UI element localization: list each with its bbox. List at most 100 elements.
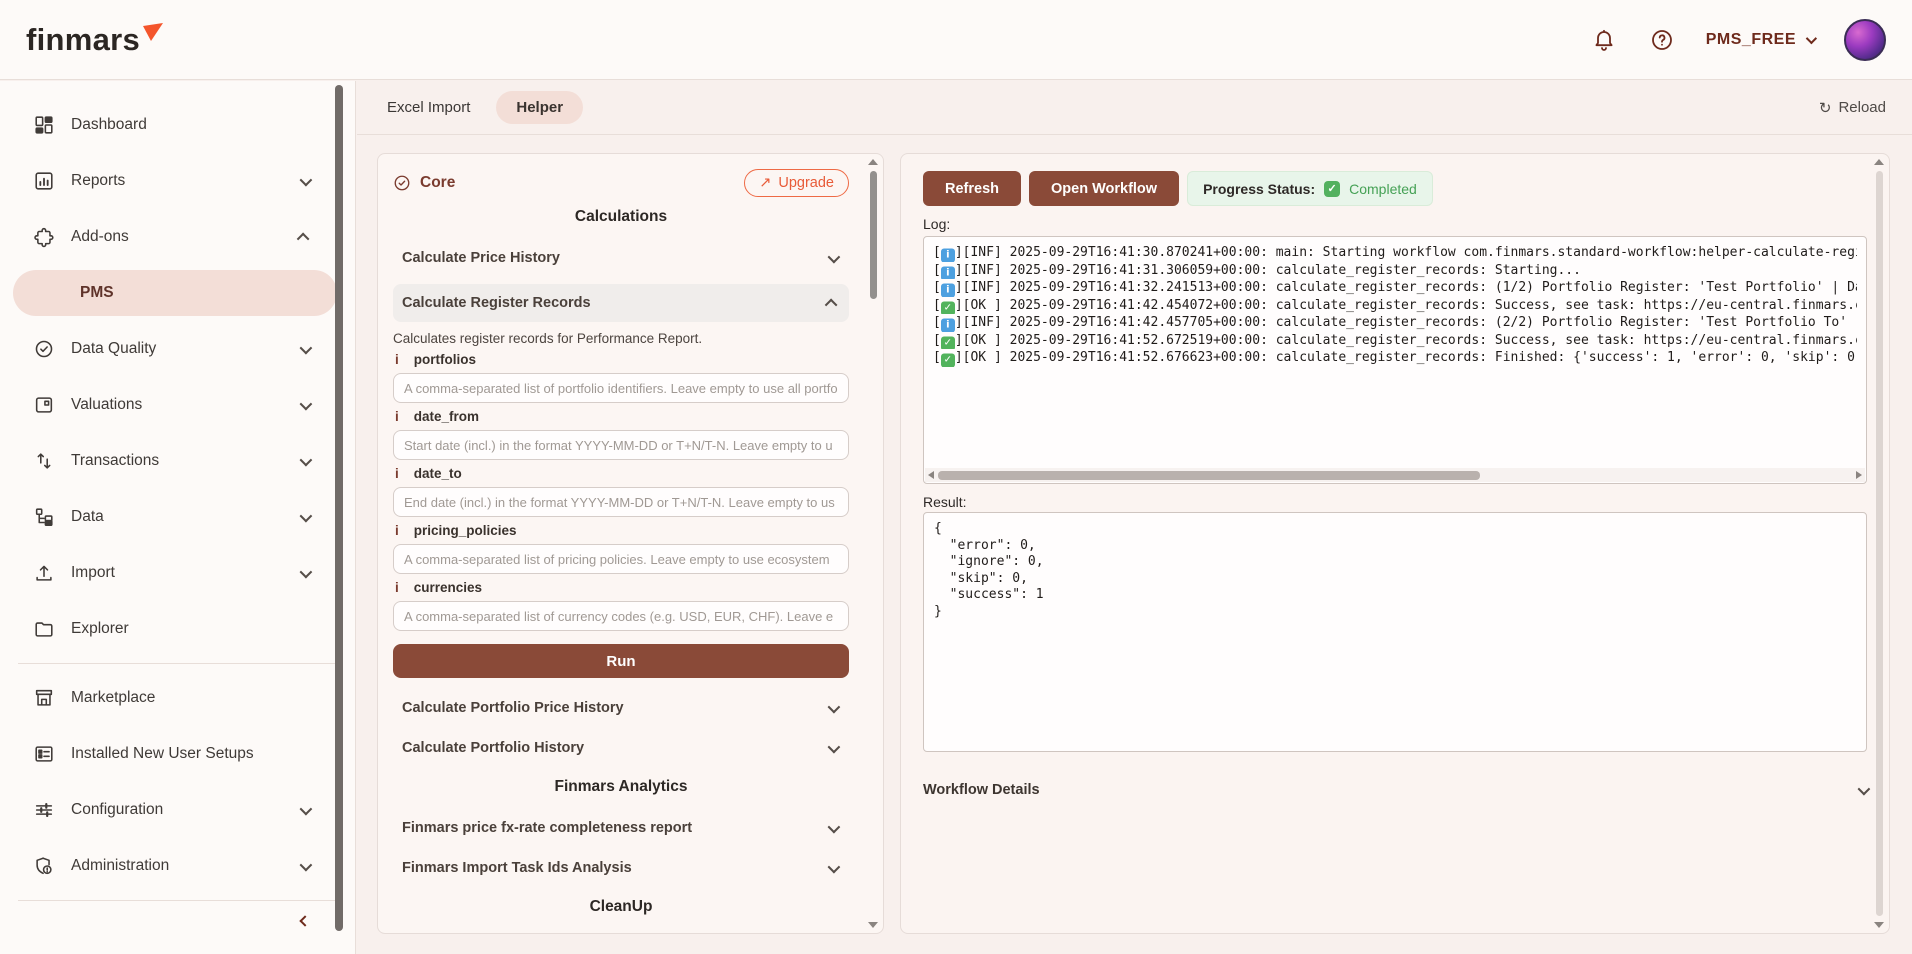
info-icon: i — [395, 523, 399, 538]
core-icon — [393, 174, 411, 192]
accordion-calculate-portfolio-price-history[interactable]: Calculate Portfolio Price History — [393, 688, 849, 728]
sidebar-divider — [18, 663, 337, 664]
success-check-icon: ✓ — [941, 301, 955, 314]
scroll-down-icon[interactable] — [868, 922, 878, 928]
sidebar-item-reports[interactable]: Reports — [0, 153, 355, 209]
scroll-left-icon[interactable] — [928, 471, 934, 479]
configuration-sliders-icon — [33, 799, 55, 821]
sidebar-item-dashboard[interactable]: Dashboard — [0, 97, 355, 153]
logo-text: finmars — [26, 23, 140, 57]
run-button[interactable]: Run — [393, 644, 849, 678]
section-heading-cleanup: CleanUp — [393, 898, 849, 916]
result-box: { "error": 0, "ignore": 0, "skip": 0, "s… — [923, 512, 1867, 752]
currencies-input[interactable] — [393, 601, 849, 631]
workflow-actions: Refresh Open Workflow Progress Status: ✓… — [923, 171, 1433, 206]
workflow-details-toggle[interactable]: Workflow Details — [923, 772, 1867, 808]
info-icon: i — [941, 319, 955, 332]
open-workflow-button[interactable]: Open Workflow — [1029, 171, 1179, 206]
log-label: Log: — [923, 216, 950, 232]
import-icon — [33, 562, 55, 584]
success-check-icon: ✓ — [941, 336, 955, 349]
expanded-item-description: Calculates register records for Performa… — [393, 331, 849, 346]
sidebar-item-data[interactable]: Data — [0, 489, 355, 545]
topbar: finmars PMS_FREE — [0, 0, 1912, 80]
sidebar-item-pms[interactable]: PMS — [0, 265, 355, 321]
notifications-bell-icon[interactable] — [1590, 26, 1618, 54]
avatar[interactable] — [1844, 19, 1886, 61]
sidebar-item-configuration[interactable]: Configuration — [0, 782, 355, 838]
upgrade-button[interactable]: ↗ Upgrade — [744, 169, 849, 197]
accordion-calculate-register-records[interactable]: Calculate Register Records — [393, 284, 849, 322]
chevron-down-icon — [828, 250, 841, 263]
valuations-icon — [33, 394, 55, 416]
chevron-left-icon — [299, 915, 310, 926]
result-label: Result: — [923, 494, 967, 510]
sidebar-item-data-quality[interactable]: Data Quality — [0, 321, 355, 377]
logo-flag-icon — [142, 23, 164, 43]
sidebar-item-installed-new-user-setups[interactable]: Installed New User Setups — [0, 726, 355, 782]
refresh-button[interactable]: Refresh — [923, 171, 1021, 206]
help-icon[interactable] — [1648, 26, 1676, 54]
progress-status-badge: Progress Status: ✓ Completed — [1187, 171, 1433, 206]
sidebar-scrollbar-thumb[interactable] — [335, 85, 343, 931]
chevron-down-icon — [828, 700, 841, 713]
data-icon — [33, 506, 55, 528]
sidebar: Dashboard Reports Add-ons PMS Data Quali… — [0, 81, 356, 954]
section-heading-finmars-analytics: Finmars Analytics — [393, 778, 849, 796]
scrollbar-thumb[interactable] — [870, 171, 877, 299]
scroll-up-icon[interactable] — [1874, 159, 1884, 165]
workflow-panel-scrollbar[interactable] — [1872, 159, 1886, 928]
workflow-panel: Refresh Open Workflow Progress Status: ✓… — [900, 153, 1890, 934]
log-line: [i][INF] 2025-09-29T16:41:30.870241+00:0… — [933, 244, 1857, 262]
sidebar-item-marketplace[interactable]: Marketplace — [0, 670, 355, 726]
log-line: [i][INF] 2025-09-29T16:41:42.457705+00:0… — [933, 314, 1857, 332]
scrollbar-thumb[interactable] — [1876, 171, 1883, 916]
sidebar-collapse-button[interactable] — [0, 907, 355, 939]
pricing-policies-input[interactable] — [393, 544, 849, 574]
explorer-folder-icon — [33, 618, 55, 640]
chevron-down-icon — [300, 453, 313, 466]
workspace-switcher[interactable]: PMS_FREE — [1706, 31, 1814, 49]
sidebar-item-valuations[interactable]: Valuations — [0, 377, 355, 433]
scroll-right-icon[interactable] — [1856, 471, 1862, 479]
sidebar-item-add-ons[interactable]: Add-ons — [0, 209, 355, 265]
sidebar-item-transactions[interactable]: Transactions — [0, 433, 355, 489]
sidebar-item-explorer[interactable]: Explorer — [0, 601, 355, 657]
log-line: [i][INF] 2025-09-29T16:41:31.306059+00:0… — [933, 262, 1857, 280]
chevron-down-icon — [1806, 32, 1817, 43]
main-content: Excel Import Helper ↻ Reload Core ↗ Upgr… — [357, 81, 1912, 954]
reload-button[interactable]: ↻ Reload — [1819, 99, 1886, 117]
chevron-down-icon — [300, 509, 313, 522]
core-panel-scrollbar[interactable] — [866, 159, 880, 928]
reload-icon: ↻ — [1819, 99, 1832, 117]
transactions-icon — [33, 450, 55, 472]
accordion-calculate-portfolio-history[interactable]: Calculate Portfolio History — [393, 728, 849, 768]
sidebar-item-import[interactable]: Import — [0, 545, 355, 601]
dashboard-icon — [33, 114, 55, 136]
scrollbar-thumb[interactable] — [938, 471, 1480, 480]
log-line: [✓][OK ] 2025-09-29T16:41:42.454072+00:0… — [933, 297, 1857, 315]
chevron-down-icon — [828, 740, 841, 753]
core-panel: Core ↗ Upgrade Calculations Calculate Pr… — [377, 153, 884, 934]
tabbar: Excel Import Helper ↻ Reload — [357, 81, 1912, 135]
field-label-pricing-policies: i pricing_policies — [395, 523, 849, 538]
sidebar-item-administration[interactable]: Administration — [0, 838, 355, 894]
accordion-calculate-price-history[interactable]: Calculate Price History — [393, 238, 849, 278]
scroll-down-icon[interactable] — [1874, 922, 1884, 928]
accordion-import-task-ids-analysis[interactable]: Finmars Import Task Ids Analysis — [393, 848, 849, 888]
workspace-label: PMS_FREE — [1706, 31, 1796, 49]
scroll-up-icon[interactable] — [868, 159, 878, 165]
portfolios-input[interactable] — [393, 373, 849, 403]
date-from-input[interactable] — [393, 430, 849, 460]
date-to-input[interactable] — [393, 487, 849, 517]
accordion-fx-rate-completeness-report[interactable]: Finmars price fx-rate completeness repor… — [393, 808, 849, 848]
log-horizontal-scrollbar[interactable] — [925, 468, 1865, 482]
tab-helper[interactable]: Helper — [496, 91, 583, 124]
upgrade-arrow-icon: ↗ — [759, 175, 771, 191]
info-icon: i — [395, 409, 399, 424]
chevron-up-icon — [825, 298, 838, 311]
chevron-down-icon — [1858, 782, 1871, 795]
tab-excel-import[interactable]: Excel Import — [385, 91, 472, 124]
check-icon: ✓ — [1324, 181, 1340, 197]
info-icon: i — [395, 466, 399, 481]
